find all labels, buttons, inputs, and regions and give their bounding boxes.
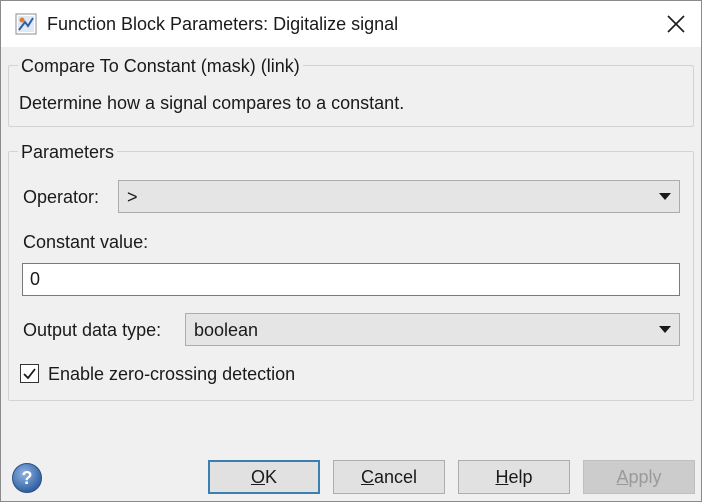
output-data-type-label: Output data type: xyxy=(23,320,162,340)
help-button-label-rest: elp xyxy=(508,467,533,487)
ok-button[interactable]: OK xyxy=(208,460,320,494)
chevron-down-icon xyxy=(659,326,671,333)
simulink-block-icon xyxy=(15,13,37,35)
help-button-mnemonic: H xyxy=(495,467,509,487)
operator-select-value: > xyxy=(127,187,138,207)
ok-button-mnemonic: O xyxy=(250,467,265,487)
constant-value-label: Constant value: xyxy=(23,232,149,252)
block-description: Determine how a signal compares to a con… xyxy=(19,93,405,113)
cancel-button-label-rest: ancel xyxy=(373,467,418,487)
cancel-button[interactable]: Cancel xyxy=(333,460,445,494)
window-title: Function Block Parameters: Digitalize si… xyxy=(47,14,399,34)
help-button[interactable]: Help xyxy=(458,460,570,494)
constant-value-input[interactable] xyxy=(23,264,679,295)
title-bar[interactable]: Function Block Parameters: Digitalize si… xyxy=(1,1,701,47)
constant-value-field[interactable] xyxy=(22,263,680,296)
close-icon[interactable] xyxy=(661,9,691,39)
apply-button-label-rest: pply xyxy=(628,467,662,487)
apply-button[interactable]: Apply xyxy=(583,460,695,494)
block-parameters-dialog: Function Block Parameters: Digitalize si… xyxy=(0,0,702,502)
svg-text:?: ? xyxy=(22,468,33,488)
output-data-type-value: boolean xyxy=(194,320,259,340)
apply-button-mnemonic: A xyxy=(616,467,629,487)
parameters-group-legend: Parameters xyxy=(18,141,118,163)
operator-select[interactable]: > xyxy=(118,180,680,213)
zero-crossing-checkbox[interactable] xyxy=(20,364,39,383)
operator-label: Operator: xyxy=(23,187,100,207)
zero-crossing-label[interactable]: Enable zero-crossing detection xyxy=(48,363,295,385)
description-group-legend: Compare To Constant (mask) (link) xyxy=(18,55,303,77)
cancel-button-mnemonic: C xyxy=(360,467,374,487)
ok-button-label-rest: K xyxy=(265,467,278,487)
chevron-down-icon xyxy=(659,193,671,200)
help-icon[interactable]: ? xyxy=(11,462,43,494)
output-data-type-select[interactable]: boolean xyxy=(185,313,680,346)
checkmark-icon xyxy=(23,368,36,380)
